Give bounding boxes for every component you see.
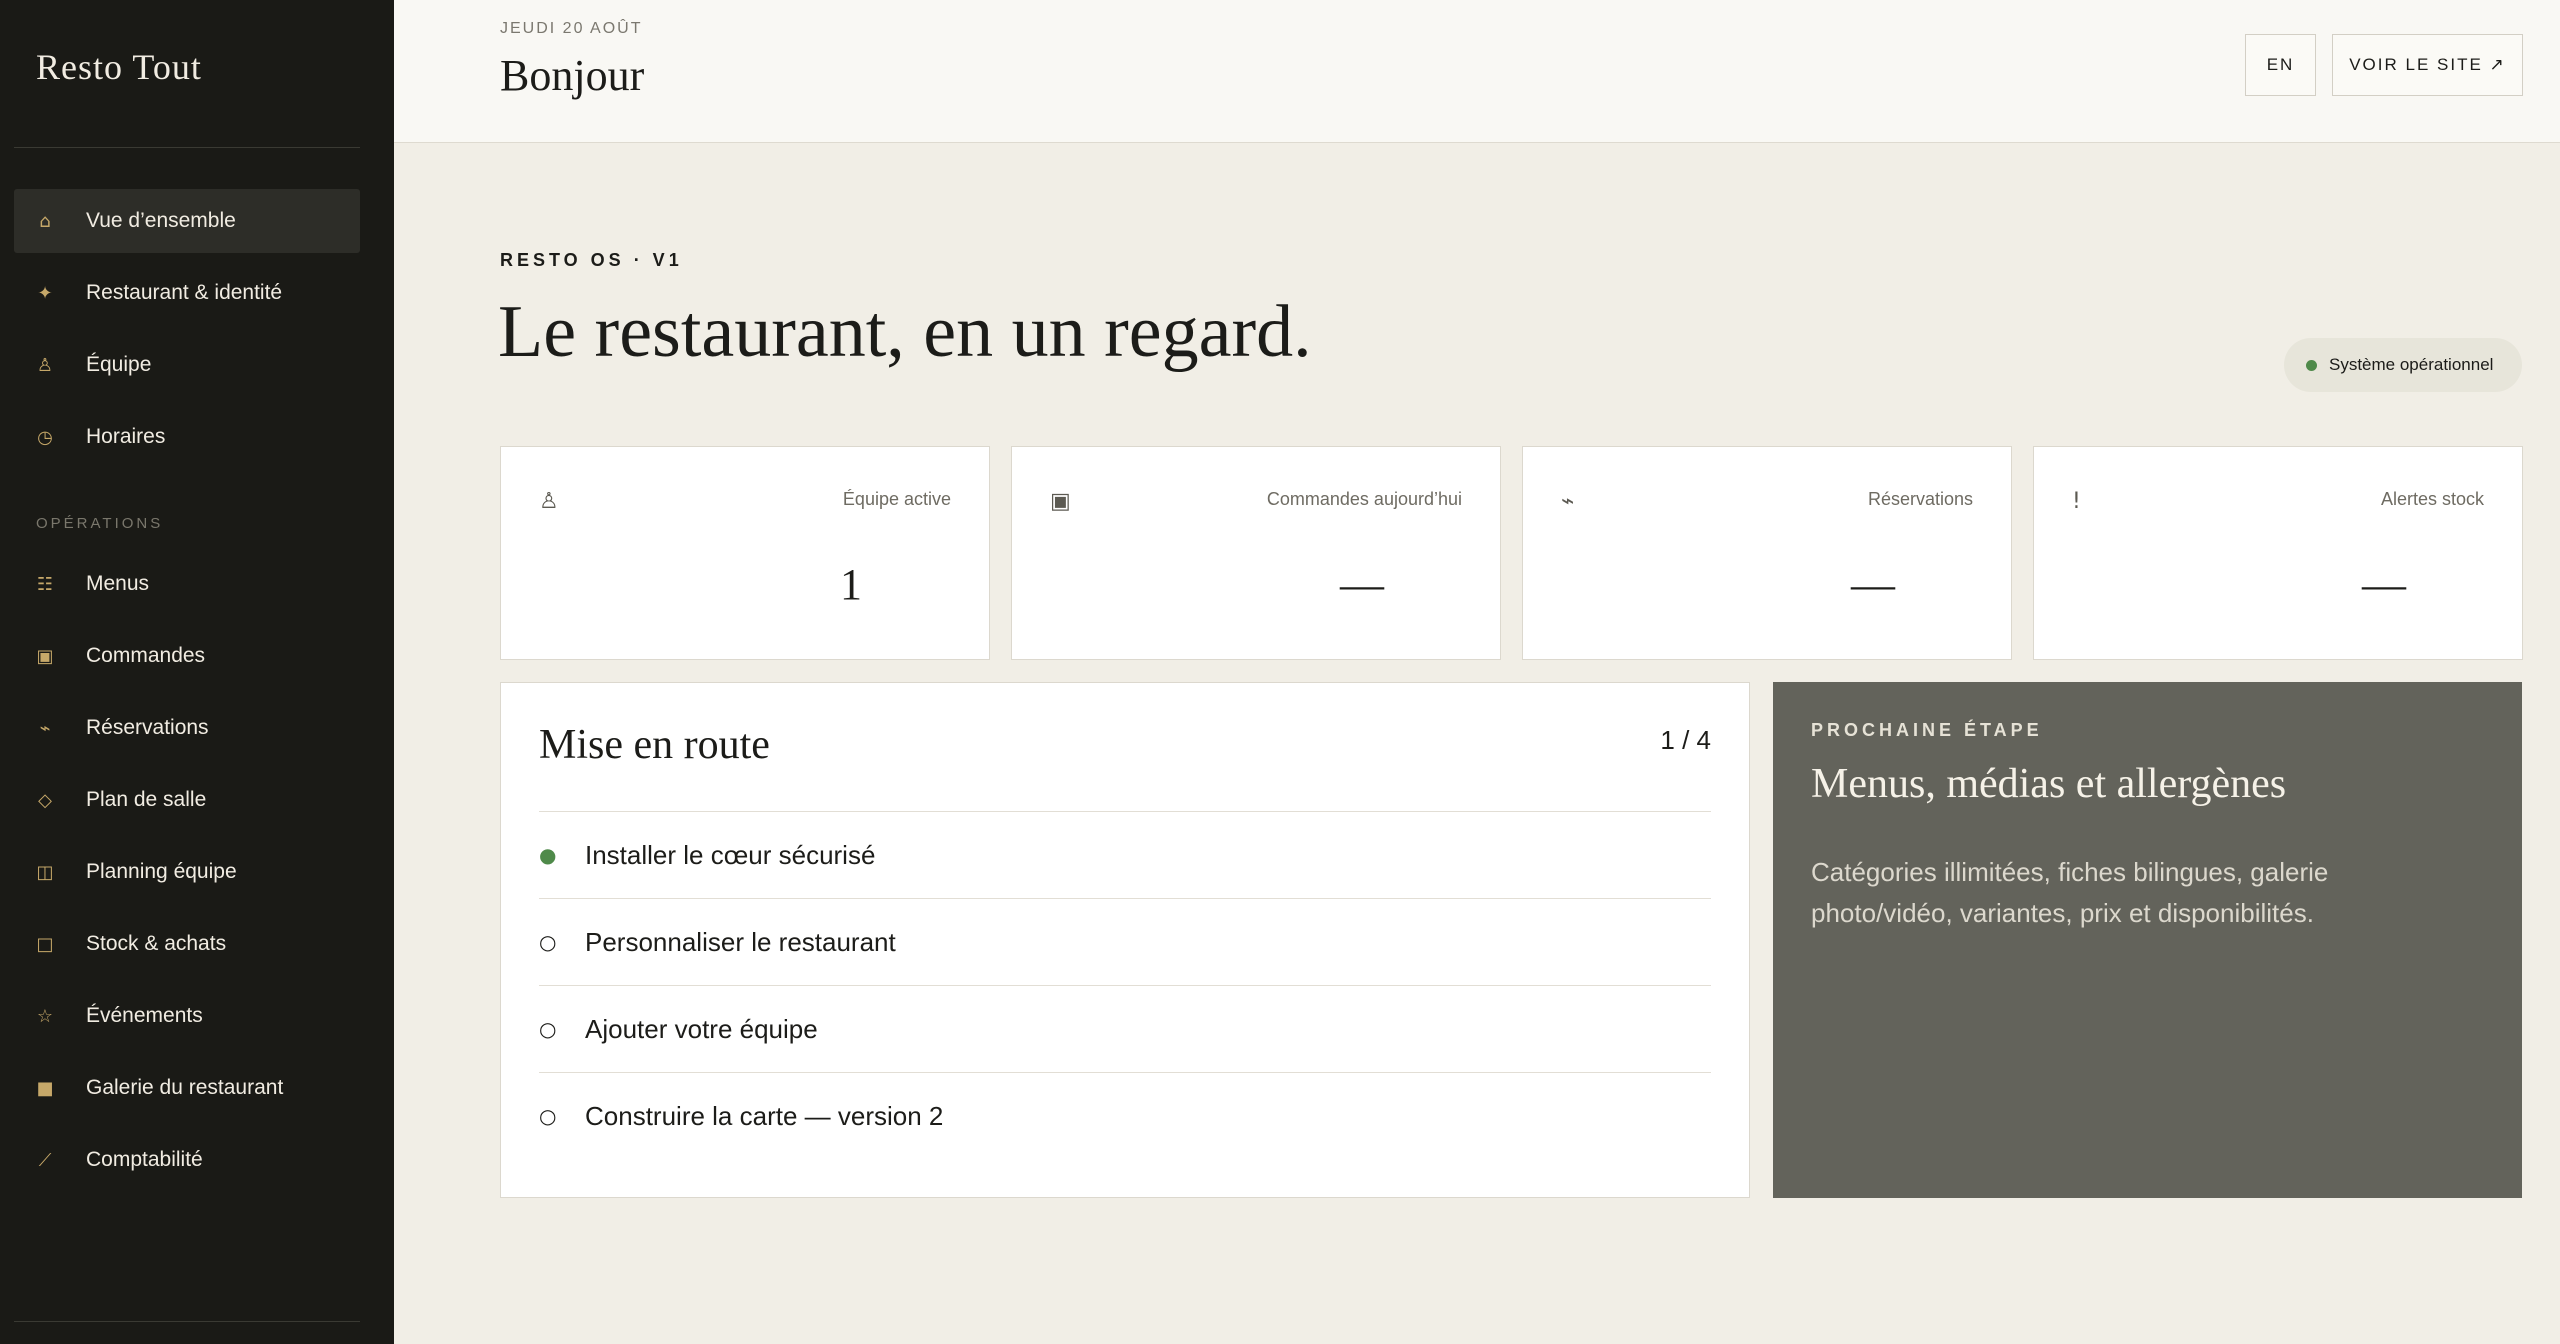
sidebar-item-accounting[interactable]: ⟋ Comptabilité: [14, 1128, 360, 1192]
stat-value: —: [2362, 560, 2406, 609]
sidebar-item-label: Stock & achats: [86, 932, 227, 955]
checked-dot-icon: ●: [539, 843, 557, 867]
reservation-icon: ⌁: [1561, 489, 1575, 514]
trend-icon: ⟋: [38, 1149, 52, 1171]
page-title: Le restaurant, en un regard.: [498, 291, 1312, 373]
sidebar-item-gallery[interactable]: ■ Galerie du restaurant: [14, 1056, 360, 1120]
sidebar-divider: [14, 147, 360, 148]
stat-label: Commandes aujourd’hui: [1266, 489, 1462, 509]
calendar-icon: ◫: [36, 861, 54, 883]
stat-label: Équipe active: [842, 489, 951, 509]
sidebar-item-label: Vue d’ensemble: [86, 209, 236, 232]
checklist-item-label: Construire la carte — version 2: [585, 1100, 944, 1131]
sidebar-item-label: Restaurant & identité: [86, 281, 283, 304]
sidebar-item-label: Commandes: [86, 644, 206, 667]
unchecked-circle-icon: ○: [539, 1104, 557, 1128]
sidebar-item-team[interactable]: ♙ Équipe: [14, 333, 360, 397]
box-icon: □: [36, 933, 54, 955]
checklist-item-label: Installer le cœur sécurisé: [585, 839, 876, 870]
sidebar-section-label: OPÉRATIONS: [36, 515, 164, 532]
checklist-item[interactable]: ● Installer le cœur sécurisé: [539, 811, 1711, 898]
unchecked-circle-icon: ○: [539, 1017, 557, 1041]
next-step-description: Catégories illimitées, fiches bilingues,…: [1811, 857, 2329, 928]
diamond-icon: ◇: [38, 789, 52, 811]
status-dot-icon: [2306, 359, 2317, 371]
brand-logo[interactable]: Resto Tout: [36, 46, 202, 88]
stat-value: —: [1340, 560, 1384, 609]
setup-title: Mise en route: [539, 722, 770, 768]
checklist-item[interactable]: ○ Personnaliser le restaurant: [539, 898, 1711, 985]
home-icon: ⌂: [39, 210, 51, 232]
checklist-item[interactable]: ○ Ajouter votre équipe: [539, 985, 1711, 1072]
person-icon: ♙: [539, 489, 559, 514]
sidebar-item-overview[interactable]: ⌂ Vue d’ensemble: [14, 189, 360, 253]
top-bar: JEUDI 20 AOÛT Bonjour EN VOIR LE SITE ↗: [394, 0, 2560, 143]
setup-progress: 1 / 4: [1660, 725, 1711, 755]
stat-card-stock-alerts: ! Alertes stock —: [2033, 446, 2523, 660]
status-badge: Système opérationnel: [2284, 338, 2522, 392]
reservation-icon: ⌁: [39, 717, 51, 739]
sparkle-icon: ✦: [37, 282, 53, 304]
star-icon: ☆: [36, 1005, 54, 1027]
stat-card-active-team: ♙ Équipe active 1: [500, 446, 990, 660]
sidebar-item-events[interactable]: ☆ Événements: [14, 984, 360, 1048]
stat-card-orders-today: ▣ Commandes aujourd’hui —: [1011, 446, 1501, 660]
clock-icon: ◷: [37, 426, 53, 448]
list-icon: ☷: [36, 573, 54, 595]
stat-value: —: [1851, 560, 1895, 609]
sidebar-item-label: Galerie du restaurant: [86, 1076, 284, 1099]
image-icon: ■: [36, 1077, 54, 1099]
next-step-eyebrow: PROCHAINE ÉTAPE: [1811, 720, 2043, 740]
unchecked-circle-icon: ○: [539, 930, 557, 954]
sidebar-divider: [14, 1321, 360, 1322]
stat-value: 1: [840, 560, 862, 609]
sidebar-item-label: Comptabilité: [86, 1148, 203, 1171]
language-button[interactable]: EN: [2245, 34, 2316, 96]
setup-checklist-card: Mise en route 1 / 4 ● Installer le cœur …: [500, 682, 1750, 1198]
sidebar-item-reservations[interactable]: ⌁ Réservations: [14, 696, 360, 760]
next-step-title: Menus, médias et allergènes: [1811, 761, 2287, 807]
sidebar-item-stock[interactable]: □ Stock & achats: [14, 912, 360, 976]
sidebar: Resto Tout ⌂ Vue d’ensemble ✦ Restaurant…: [0, 0, 394, 1344]
sidebar-item-hours[interactable]: ◷ Horaires: [14, 405, 360, 469]
alert-icon: !: [2072, 489, 2081, 514]
sidebar-item-label: Équipe: [86, 353, 152, 376]
next-step-card[interactable]: PROCHAINE ÉTAPE Menus, médias et allergè…: [1773, 682, 2522, 1198]
sidebar-item-team-planning[interactable]: ◫ Planning équipe: [14, 840, 360, 904]
checklist-item-label: Personnaliser le restaurant: [585, 926, 896, 957]
sidebar-item-orders[interactable]: ▣ Commandes: [14, 624, 360, 688]
stat-card-reservations: ⌁ Réservations —: [1522, 446, 2012, 660]
greeting-title: Bonjour: [500, 51, 645, 100]
sidebar-item-label: Menus: [86, 572, 150, 595]
sidebar-item-label: Planning équipe: [86, 860, 237, 883]
section-eyebrow: RESTO OS · V1: [500, 250, 683, 270]
stat-label: Alertes stock: [2380, 489, 2484, 509]
sidebar-item-menus[interactable]: ☷ Menus: [14, 552, 360, 616]
order-icon: ▣: [1050, 489, 1071, 514]
sidebar-item-restaurant-identity[interactable]: ✦ Restaurant & identité: [14, 261, 360, 325]
status-text: Système opérationnel: [2329, 355, 2494, 374]
sidebar-item-label: Horaires: [86, 425, 166, 448]
person-icon: ♙: [36, 354, 54, 376]
stat-label: Réservations: [1867, 489, 1973, 509]
sidebar-item-label: Événements: [86, 1004, 203, 1027]
sidebar-item-floor-plan[interactable]: ◇ Plan de salle: [14, 768, 360, 832]
sidebar-item-label: Réservations: [86, 716, 209, 739]
order-icon: ▣: [36, 645, 54, 667]
checklist-item-label: Ajouter votre équipe: [585, 1013, 818, 1044]
checklist-item[interactable]: ○ Construire la carte — version 2: [539, 1072, 1711, 1159]
sidebar-item-label: Plan de salle: [86, 788, 207, 811]
current-date: JEUDI 20 AOÛT: [500, 20, 643, 37]
view-site-button[interactable]: VOIR LE SITE ↗: [2332, 34, 2523, 96]
